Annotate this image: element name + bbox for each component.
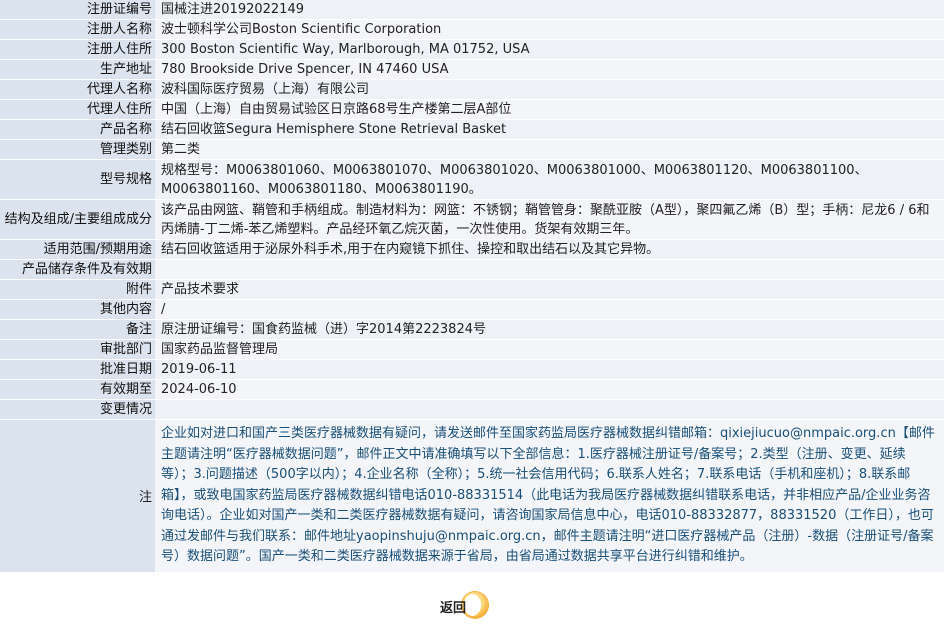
row-agent: 代理人名称 波科国际医疗贸易（上海）有限公司 [0, 80, 944, 100]
registrant-value: 波士顿科学公司Boston Scientific Corporation [155, 20, 944, 40]
row-valid-until: 有效期至 2024-06-10 [0, 380, 944, 400]
row-remark: 备注 原注册证编号：国食药监械（进）字2014第2223824号 [0, 320, 944, 340]
row-storage: 产品储存条件及有效期 [0, 260, 944, 280]
row-change: 变更情况 [0, 400, 944, 420]
note-label: 注 [0, 420, 155, 572]
approval-dept-label: 审批部门 [0, 340, 155, 360]
row-other: 其他内容 / [0, 300, 944, 320]
row-attachment: 附件 产品技术要求 [0, 280, 944, 300]
category-label: 管理类别 [0, 140, 155, 160]
model-label: 型号规格 [0, 160, 155, 200]
row-production-address: 生产地址 780 Brookside Drive Spencer, IN 474… [0, 60, 944, 80]
other-value: / [155, 300, 944, 320]
storage-label: 产品储存条件及有效期 [0, 260, 155, 280]
reg-no-value: 国械注进20192022149 [155, 0, 944, 20]
agent-value: 波科国际医疗贸易（上海）有限公司 [155, 80, 944, 100]
agent-label: 代理人名称 [0, 80, 155, 100]
row-registrant-address: 注册人住所 300 Boston Scientific Way, Marlbor… [0, 40, 944, 60]
back-button[interactable]: 返回 [440, 590, 488, 622]
detail-page: 注册证编号 国械注进20192022149 注册人名称 波士顿科学公司Bosto… [0, 0, 944, 625]
row-approval-date: 批准日期 2019-06-11 [0, 360, 944, 380]
footer: 返回 [0, 588, 944, 625]
scope-value: 结石回收篮适用于泌尿外科手术,用于在内窥镜下抓住、操控和取出结石以及其它异物。 [155, 240, 944, 260]
row-approval-dept: 审批部门 国家药品监督管理局 [0, 340, 944, 360]
category-value: 第二类 [155, 140, 944, 160]
approval-dept-value: 国家药品监督管理局 [155, 340, 944, 360]
structure-label: 结构及组成/主要组成成分 [0, 200, 155, 240]
registrant-address-value: 300 Boston Scientific Way, Marlborough, … [155, 40, 944, 60]
change-label: 变更情况 [0, 400, 155, 420]
attachment-value: 产品技术要求 [155, 280, 944, 300]
agent-address-value: 中国（上海）自由贸易试验区日京路68号生产楼第二层A部位 [155, 100, 944, 120]
row-agent-address: 代理人住所 中国（上海）自由贸易试验区日京路68号生产楼第二层A部位 [0, 100, 944, 120]
storage-value [155, 260, 944, 280]
registrant-label: 注册人名称 [0, 20, 155, 40]
row-note: 注 企业如对进口和国产三类医疗器械数据有疑问，请发送邮件至国家药监局医疗器械数据… [0, 420, 944, 572]
approval-date-value: 2019-06-11 [155, 360, 944, 380]
row-category: 管理类别 第二类 [0, 140, 944, 160]
registrant-address-label: 注册人住所 [0, 40, 155, 60]
row-registrant: 注册人名称 波士顿科学公司Boston Scientific Corporati… [0, 20, 944, 40]
remark-value: 原注册证编号：国食药监械（进）字2014第2223824号 [155, 320, 944, 340]
other-label: 其他内容 [0, 300, 155, 320]
product-name-label: 产品名称 [0, 120, 155, 140]
note-cell: 企业如对进口和国产三类医疗器械数据有疑问，请发送邮件至国家药监局医疗器械数据纠错… [155, 420, 944, 572]
note-text: 企业如对进口和国产三类医疗器械数据有疑问，请发送邮件至国家药监局医疗器械数据纠错… [161, 426, 935, 564]
row-structure: 结构及组成/主要组成成分 该产品由网篮、鞘管和手柄组成。制造材料为：网篮：不锈钢… [0, 200, 944, 240]
approval-date-label: 批准日期 [0, 360, 155, 380]
registration-detail-table: 注册证编号 国械注进20192022149 注册人名称 波士顿科学公司Bosto… [0, 0, 944, 572]
row-reg-no: 注册证编号 国械注进20192022149 [0, 0, 944, 20]
reg-no-label: 注册证编号 [0, 0, 155, 20]
remark-label: 备注 [0, 320, 155, 340]
valid-until-value: 2024-06-10 [155, 380, 944, 400]
structure-value: 该产品由网篮、鞘管和手柄组成。制造材料为：网篮：不锈钢；鞘管管身：聚酰亚胺（A型… [155, 200, 944, 240]
row-scope: 适用范围/预期用途 结石回收篮适用于泌尿外科手术,用于在内窥镜下抓住、操控和取出… [0, 240, 944, 260]
agent-address-label: 代理人住所 [0, 100, 155, 120]
production-address-value: 780 Brookside Drive Spencer, IN 47460 US… [155, 60, 944, 80]
valid-until-label: 有效期至 [0, 380, 155, 400]
scope-label: 适用范围/预期用途 [0, 240, 155, 260]
model-value: 规格型号：M0063801060、M0063801070、M0063801020… [155, 160, 944, 200]
row-product-name: 产品名称 结石回收篮Segura Hemisphere Stone Retrie… [0, 120, 944, 140]
attachment-label: 附件 [0, 280, 155, 300]
product-name-value: 结石回收篮Segura Hemisphere Stone Retrieval B… [155, 120, 944, 140]
back-button-label: 返回 [440, 601, 467, 616]
change-value [155, 400, 944, 420]
row-model: 型号规格 规格型号：M0063801060、M0063801070、M00638… [0, 160, 944, 200]
production-address-label: 生产地址 [0, 60, 155, 80]
